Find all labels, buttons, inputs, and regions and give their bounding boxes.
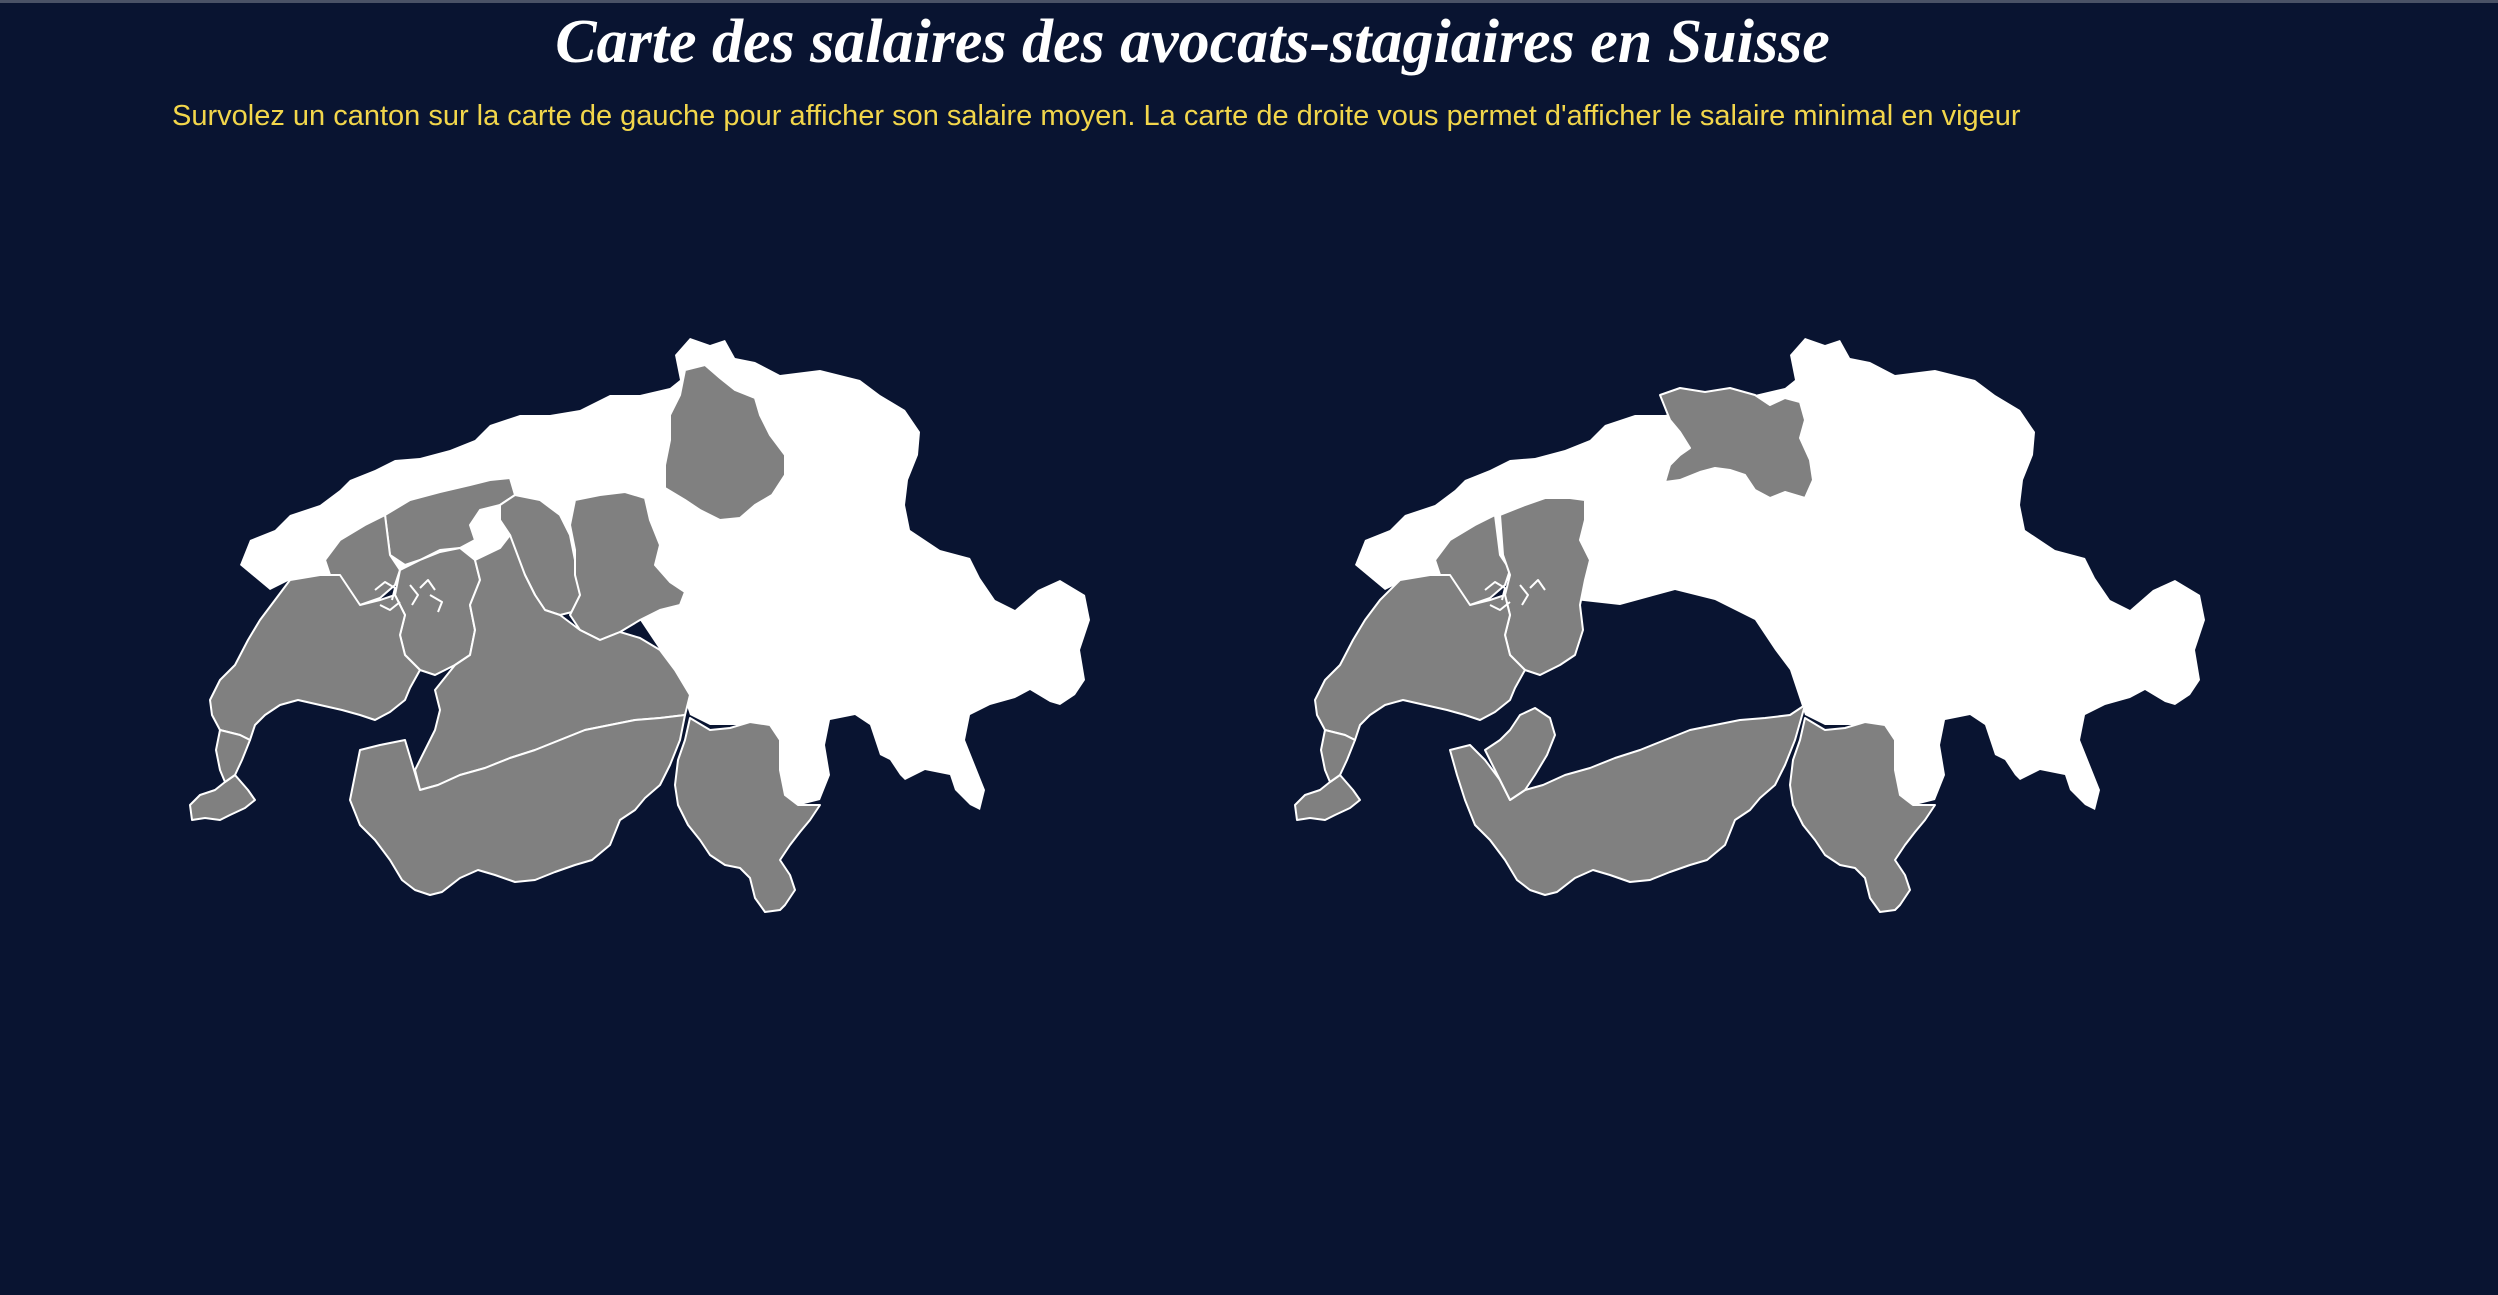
canton-vaud[interactable]	[209, 574, 421, 741]
canton-fribourg[interactable]	[1499, 497, 1591, 676]
canton-vaud[interactable]	[1314, 574, 1526, 741]
canton-valais[interactable]	[1449, 704, 1806, 896]
canton-geneve[interactable]	[1294, 774, 1361, 821]
page-subtitle: Survolez un canton sur la carte de gauch…	[172, 100, 2021, 132]
canton-vaud-lac[interactable]	[215, 729, 251, 783]
canton-geneve[interactable]	[189, 774, 256, 821]
map-salaire-moyen	[189, 338, 1090, 913]
canton-vaud-lac[interactable]	[1320, 729, 1356, 783]
map-salaire-minimal	[1294, 338, 2205, 913]
page-title: Carte des salaires des avocats-stagiaire…	[555, 8, 1830, 76]
